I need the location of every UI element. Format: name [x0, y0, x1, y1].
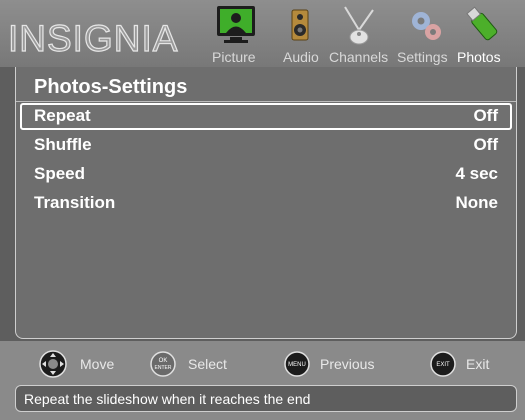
menu-item-label: Speed [34, 164, 86, 183]
svg-text:MENU: MENU [288, 362, 306, 368]
help-bar: Move OK ENTER Select MENU Previous EXIT [0, 341, 525, 420]
tab-picture-label: Picture [212, 49, 256, 65]
svg-text:ENTER: ENTER [155, 365, 172, 371]
menu-tabs: Picture Audio Channels Settings Photos [0, 0, 525, 67]
hint-move: Move [38, 349, 138, 379]
panel-title: Photos-Settings [34, 76, 188, 98]
menu-item-shuffle[interactable]: Shuffle Off [20, 132, 512, 159]
hint-previous: MENU Previous [282, 349, 392, 379]
hint-exit: EXIT Exit [428, 349, 508, 379]
top-menu-bar: INSIGNIA Picture Audio Channels Settings… [0, 0, 525, 67]
menu-item-speed[interactable]: Speed 4 sec [20, 161, 512, 188]
menu-item-value: Off [473, 106, 498, 125]
hint-previous-label: Previous [320, 356, 375, 372]
dpad-icon [38, 349, 68, 384]
menu-item-value: 4 sec [455, 164, 498, 183]
speaker-icon [287, 4, 313, 51]
menu-item-label: Transition [34, 193, 116, 212]
photos-settings-panel: Photos-Settings Repeat Off Shuffle Off S… [15, 67, 517, 339]
menu-item-label: Repeat [34, 106, 91, 125]
settings-menu: Repeat Off Shuffle Off Speed 4 sec Trans… [20, 103, 512, 219]
antenna-icon [341, 4, 377, 51]
title-divider [16, 101, 516, 102]
hint-move-label: Move [80, 356, 115, 372]
menu-item-repeat[interactable]: Repeat Off [20, 103, 512, 130]
tab-picture[interactable]: Picture [210, 0, 262, 67]
tab-photos-label: Photos [457, 49, 501, 65]
hint-exit-label: Exit [466, 356, 490, 372]
usb-drive-icon [465, 4, 501, 51]
menu-button-icon: MENU [282, 349, 312, 384]
menu-item-value: None [455, 193, 499, 212]
tab-channels[interactable]: Channels [329, 0, 389, 67]
ok-enter-icon: OK ENTER [148, 349, 178, 384]
status-text: Repeat the slideshow when it reaches the… [24, 391, 311, 407]
menu-item-label: Shuffle [34, 135, 92, 154]
tv-picture-icon [216, 4, 256, 51]
tab-photos[interactable]: Photos [457, 0, 509, 67]
hint-select: OK ENTER Select [148, 349, 248, 379]
tab-audio-label: Audio [283, 49, 319, 65]
menu-item-value: Off [473, 135, 498, 154]
svg-text:OK: OK [159, 358, 168, 364]
svg-text:EXIT: EXIT [436, 362, 450, 368]
tab-settings-label: Settings [397, 49, 448, 65]
hint-select-label: Select [188, 356, 227, 372]
tab-channels-label: Channels [329, 49, 389, 65]
menu-item-transition[interactable]: Transition None [20, 190, 512, 217]
tab-settings[interactable]: Settings [397, 0, 453, 67]
gears-icon [407, 4, 445, 51]
exit-button-icon: EXIT [428, 349, 458, 384]
tab-audio[interactable]: Audio [281, 0, 321, 67]
status-bar: Repeat the slideshow when it reaches the… [15, 385, 517, 412]
